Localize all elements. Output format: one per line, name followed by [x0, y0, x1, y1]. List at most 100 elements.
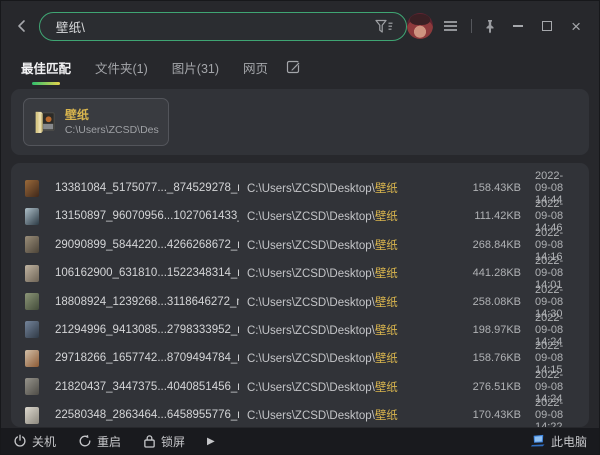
expand-actions-button[interactable]: ▶ — [207, 436, 215, 447]
file-name: 13381084_5175077..._874529278_n.jpg — [55, 182, 239, 194]
file-path: C:\Users\ZCSD\Desktop\壁纸 — [247, 237, 439, 253]
file-path: C:\Users\ZCSD\Desktop\壁纸 — [247, 322, 439, 338]
best-match-texts: 壁纸 C:\Users\ZCSD\Des... — [65, 108, 159, 137]
tab-label: 图片(31) — [172, 62, 219, 76]
file-path: C:\Users\ZCSD\Desktop\壁纸 — [247, 379, 439, 395]
file-row[interactable]: 13381084_5175077..._874529278_n.jpg C:\U… — [11, 170, 589, 198]
maximize-button[interactable] — [536, 14, 558, 38]
file-path-prefix: C:\Users\ZCSD\Desktop\ — [247, 183, 375, 195]
file-path-prefix: C:\Users\ZCSD\Desktop\ — [247, 268, 375, 280]
this-pc-label: 此电脑 — [551, 433, 587, 450]
file-path-highlight: 壁纸 — [375, 297, 398, 309]
pin-button[interactable] — [479, 14, 501, 38]
file-path-prefix: C:\Users\ZCSD\Desktop\ — [247, 382, 375, 394]
pin-icon — [483, 19, 497, 34]
file-thumbnail — [25, 236, 39, 253]
file-row[interactable]: 106162900_631810...1522348314_n.jpg C:\U… — [11, 255, 589, 283]
shutdown-label: 关机 — [32, 433, 56, 450]
file-thumbnail — [25, 180, 39, 197]
menu-button[interactable] — [440, 14, 462, 38]
folder-icon — [33, 108, 57, 136]
best-match-path: C:\Users\ZCSD\Des... — [65, 123, 159, 137]
file-row[interactable]: 29718266_1657742...8709494784_n.jpg C:\U… — [11, 340, 589, 368]
titlebar-separator — [471, 19, 472, 33]
file-size: 111.42KB — [447, 210, 521, 222]
file-row[interactable]: 21294996_9413085...2798333952_n.jpg C:\U… — [11, 312, 589, 340]
file-size: 441.28KB — [447, 267, 521, 279]
file-path: C:\Users\ZCSD\Desktop\壁纸 — [247, 294, 439, 310]
close-button[interactable]: × — [565, 14, 587, 38]
tab-0[interactable]: 最佳匹配 — [21, 58, 71, 85]
file-size: 198.97KB — [447, 324, 521, 336]
tab-3[interactable]: 网页 — [243, 58, 268, 85]
restart-button[interactable]: 重启 — [78, 433, 121, 450]
maximize-icon — [542, 21, 552, 31]
file-name: 21820437_3447375...4040851456_n.jpg — [55, 381, 239, 393]
filter-icon[interactable] — [375, 19, 394, 34]
back-button[interactable] — [11, 14, 33, 38]
file-date: 2022-09-08 14:22 — [529, 397, 579, 427]
file-name: 13150897_96070956...1027061433_n.jpg — [55, 210, 239, 222]
restart-icon — [78, 434, 92, 448]
file-name: 18808924_1239268...3118646272_n.jpg — [55, 296, 239, 308]
tab-1[interactable]: 文件夹(1) — [95, 58, 148, 85]
file-row[interactable]: 29157402_9242706...4569212490_n.jpg C:\U… — [11, 426, 589, 427]
lock-screen-button[interactable]: 锁屏 — [143, 433, 185, 450]
file-size: 158.76KB — [447, 352, 521, 364]
file-size: 268.84KB — [447, 239, 521, 251]
tab-2[interactable]: 图片(31) — [172, 58, 219, 85]
file-thumbnail — [25, 265, 39, 282]
this-pc-button[interactable]: 此电脑 — [530, 433, 587, 450]
file-path-highlight: 壁纸 — [375, 211, 398, 223]
lock-label: 锁屏 — [161, 433, 185, 450]
titlebar: 壁纸\ × — [1, 1, 599, 51]
file-path-highlight: 壁纸 — [375, 382, 398, 394]
minimize-button[interactable] — [508, 14, 530, 38]
file-path: C:\Users\ZCSD\Desktop\壁纸 — [247, 180, 439, 196]
back-icon — [14, 18, 30, 34]
file-thumbnail — [25, 208, 39, 225]
file-row[interactable]: 21820437_3447375...4040851456_n.jpg C:\U… — [11, 369, 589, 397]
file-thumbnail — [25, 378, 39, 395]
file-path-highlight: 壁纸 — [375, 325, 398, 337]
close-icon: × — [571, 18, 581, 35]
file-thumbnail — [25, 407, 39, 424]
search-value: 壁纸\ — [56, 17, 375, 36]
file-size: 158.43KB — [447, 182, 521, 194]
restart-label: 重启 — [97, 433, 121, 450]
file-path-highlight: 壁纸 — [375, 353, 398, 365]
file-name: 29090899_5844220...4266268672_n.jpg — [55, 239, 239, 251]
lock-icon — [143, 434, 156, 448]
file-row[interactable]: 22580348_2863464...6458955776_n.jpg C:\U… — [11, 397, 589, 425]
file-date: 2022-09-08 14:17 — [529, 426, 579, 427]
file-size: 170.43KB — [447, 409, 521, 421]
user-avatar[interactable] — [407, 13, 433, 39]
file-path: C:\Users\ZCSD\Desktop\壁纸 — [247, 265, 439, 281]
file-path-prefix: C:\Users\ZCSD\Desktop\ — [247, 240, 375, 252]
minimize-icon — [513, 25, 523, 27]
file-path-prefix: C:\Users\ZCSD\Desktop\ — [247, 297, 375, 309]
best-match-card[interactable]: 壁纸 C:\Users\ZCSD\Des... — [23, 98, 169, 146]
file-path: C:\Users\ZCSD\Desktop\壁纸 — [247, 407, 439, 423]
file-name: 21294996_9413085...2798333952_n.jpg — [55, 324, 239, 336]
file-name: 29718266_1657742...8709494784_n.jpg — [55, 352, 239, 364]
file-path-prefix: C:\Users\ZCSD\Desktop\ — [247, 410, 375, 422]
computer-icon — [530, 434, 546, 448]
shutdown-button[interactable]: 关机 — [13, 433, 56, 450]
file-path-prefix: C:\Users\ZCSD\Desktop\ — [247, 211, 375, 223]
best-match-panel: 壁纸 C:\Users\ZCSD\Des... — [11, 89, 589, 155]
file-row[interactable]: 13150897_96070956...1027061433_n.jpg C:\… — [11, 198, 589, 226]
file-path: C:\Users\ZCSD\Desktop\壁纸 — [247, 208, 439, 224]
file-path: C:\Users\ZCSD\Desktop\壁纸 — [247, 350, 439, 366]
edit-icon[interactable] — [286, 59, 301, 74]
file-path-highlight: 壁纸 — [375, 268, 398, 280]
tab-label: 网页 — [243, 62, 268, 76]
file-path-prefix: C:\Users\ZCSD\Desktop\ — [247, 325, 375, 337]
file-row[interactable]: 29090899_5844220...4266268672_n.jpg C:\U… — [11, 227, 589, 255]
search-input[interactable]: 壁纸\ — [39, 12, 407, 41]
hamburger-icon — [443, 20, 458, 32]
file-name: 22580348_2863464...6458955776_n.jpg — [55, 409, 239, 421]
file-row[interactable]: 18808924_1239268...3118646272_n.jpg C:\U… — [11, 284, 589, 312]
file-size: 276.51KB — [447, 381, 521, 393]
file-path-highlight: 壁纸 — [375, 183, 398, 195]
